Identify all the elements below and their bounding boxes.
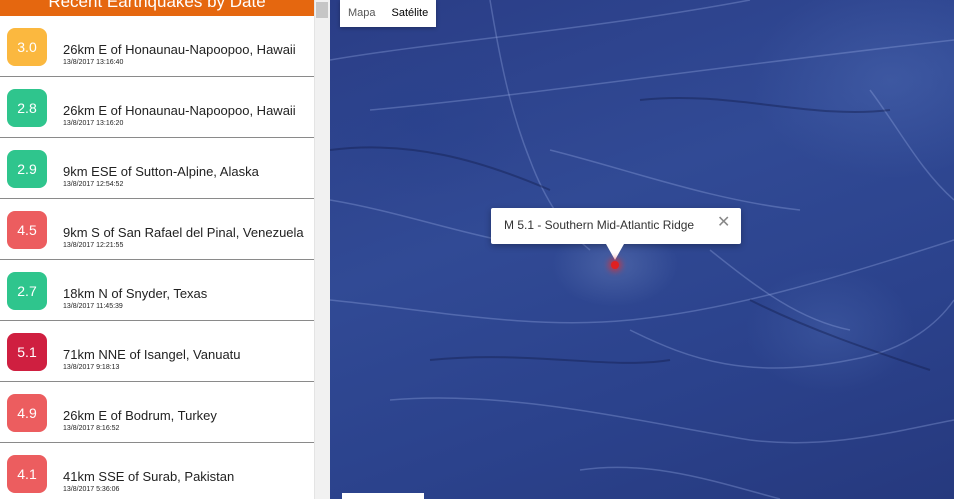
sidebar-scrollbar[interactable] xyxy=(314,0,330,499)
earthquake-place: 18km N of Snyder, Texas xyxy=(63,286,208,301)
earthquake-place: 71km NNE of Isangel, Vanuatu xyxy=(63,347,241,362)
earthquake-time: 13/8/2017 13:16:40 xyxy=(63,59,124,66)
list-item[interactable]: 5.1 71km NNE of Isangel, Vanuatu 13/8/20… xyxy=(0,321,314,382)
magnitude-badge: 2.9 xyxy=(7,150,47,188)
earthquake-time: 13/8/2017 12:21:55 xyxy=(63,242,124,249)
earthquake-time: 13/8/2017 13:16:20 xyxy=(63,120,124,127)
list-item[interactable]: 4.1 41km SSE of Surab, Pakistan 13/8/201… xyxy=(0,443,314,499)
earthquake-place: 41km SSE of Surab, Pakistan xyxy=(63,469,235,484)
info-window: M 5.1 - Southern Mid-Atlantic Ridge ✕ xyxy=(491,208,741,244)
map-type-satellite-button[interactable]: Satélite xyxy=(384,0,437,27)
earthquake-sidebar: Recent Earthquakes by Date 3.0 26km E of… xyxy=(0,0,314,499)
seafloor-terrain xyxy=(330,0,954,499)
earthquake-place: 26km E of Bodrum, Turkey xyxy=(63,408,217,423)
map-type-control: Mapa Satélite xyxy=(340,0,437,27)
earthquake-place: 26km E of Honaunau-Napoopoo, Hawaii xyxy=(63,42,296,57)
earthquake-time: 13/8/2017 9:18:13 xyxy=(63,364,120,371)
magnitude-badge: 2.7 xyxy=(7,272,47,310)
earthquake-place: 26km E of Honaunau-Napoopoo, Hawaii xyxy=(63,103,296,118)
sidebar-header: Recent Earthquakes by Date xyxy=(0,0,314,16)
list-item[interactable]: 2.7 18km N of Snyder, Texas 13/8/2017 11… xyxy=(0,260,314,321)
close-icon[interactable]: ✕ xyxy=(717,215,730,231)
list-item[interactable]: 2.9 9km ESE of Sutton-Alpine, Alaska 13/… xyxy=(0,138,314,199)
map-attribution xyxy=(342,493,424,499)
list-item[interactable]: 4.5 9km S of San Rafael del Pinal, Venez… xyxy=(0,199,314,260)
magnitude-badge: 5.1 xyxy=(7,333,47,371)
satellite-map[interactable]: Mapa Satélite M 5.1 - Southern Mid-Atlan… xyxy=(330,0,954,499)
magnitude-badge: 3.0 xyxy=(7,28,47,66)
magnitude-badge: 2.8 xyxy=(7,89,47,127)
list-item[interactable]: 4.9 26km E of Bodrum, Turkey 13/8/2017 8… xyxy=(0,382,314,443)
list-item[interactable]: 2.8 26km E of Honaunau-Napoopoo, Hawaii … xyxy=(0,77,314,138)
info-window-text: M 5.1 - Southern Mid-Atlantic Ridge xyxy=(504,218,695,232)
magnitude-badge: 4.5 xyxy=(7,211,47,249)
list-item[interactable]: 3.0 26km E of Honaunau-Napoopoo, Hawaii … xyxy=(0,16,314,77)
info-window-tail xyxy=(606,244,624,260)
earthquake-place: 9km S of San Rafael del Pinal, Venezuela xyxy=(63,225,304,240)
earthquake-time: 13/8/2017 8:16:52 xyxy=(63,425,120,432)
magnitude-badge: 4.1 xyxy=(7,455,47,493)
earthquake-time: 13/8/2017 5:36:06 xyxy=(63,486,120,493)
earthquake-time: 13/8/2017 11:45:39 xyxy=(63,303,123,310)
earthquake-time: 13/8/2017 12:54:52 xyxy=(63,181,124,188)
earthquake-marker[interactable] xyxy=(611,261,619,269)
earthquake-place: 9km ESE of Sutton-Alpine, Alaska xyxy=(63,164,259,179)
magnitude-badge: 4.9 xyxy=(7,394,47,432)
earthquake-list: 3.0 26km E of Honaunau-Napoopoo, Hawaii … xyxy=(0,16,314,499)
scrollbar-thumb[interactable] xyxy=(316,2,328,18)
map-type-map-button[interactable]: Mapa xyxy=(340,0,384,27)
